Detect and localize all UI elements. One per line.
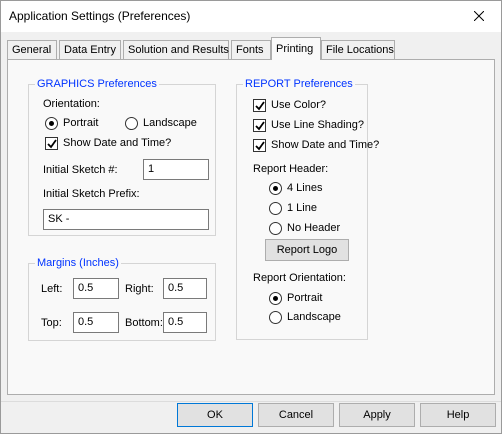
checkmark-icon [255,141,265,151]
graphics-portrait-label: Portrait [63,117,99,129]
tab-label: File Locations [326,44,394,56]
header-1-line-radio[interactable] [269,202,282,215]
header-none-radio[interactable] [269,222,282,235]
tab-label: Data Entry [64,44,116,56]
orientation-label: Orientation: [43,98,100,110]
report-show-date-label: Show Date and Time? [271,139,380,151]
tab-label: Printing [276,43,314,55]
title-bar: Application Settings (Preferences) [1,1,501,32]
tab-data-entry[interactable]: Data Entry [59,40,121,60]
help-button[interactable]: Help [420,403,496,427]
report-header-label: Report Header: [253,163,329,175]
graphics-group-title: GRAPHICS Preferences [35,77,159,91]
report-portrait-label: Portrait [287,292,323,304]
checkmark-icon [255,121,265,131]
graphics-preferences-group: GRAPHICS Preferences Orientation: Portra… [28,77,216,236]
margin-left-input[interactable]: 0.5 [73,278,119,299]
report-show-date-checkbox[interactable] [253,139,266,152]
tab-label: Solution and Results [128,44,229,56]
margin-right-label: Right: [125,283,154,295]
report-logo-button[interactable]: Report Logo [265,239,349,261]
ok-button[interactable]: OK [177,403,253,427]
tab-file-locations[interactable]: File Locations [321,40,395,60]
graphics-show-date-checkbox[interactable] [45,137,58,150]
close-icon [474,11,484,21]
report-orientation-label: Report Orientation: [253,272,346,284]
report-preferences-group: REPORT Preferences Use Color? Use Line S… [236,77,379,340]
printing-panel: GRAPHICS Preferences Orientation: Portra… [7,59,495,395]
tab-label: Fonts [236,44,264,56]
header-1-line-label: 1 Line [287,202,317,214]
tab-general[interactable]: General [7,40,57,60]
margin-top-label: Top: [41,317,62,329]
margin-right-input[interactable]: 0.5 [163,278,207,299]
report-landscape-radio[interactable] [269,311,282,324]
margins-group-title: Margins (Inches) [35,256,121,270]
checkmark-icon [255,101,265,111]
tab-printing[interactable]: Printing [271,37,321,60]
tab-fonts[interactable]: Fonts [231,40,271,60]
sketch-number-input[interactable]: 1 [143,159,209,180]
apply-button[interactable]: Apply [339,403,415,427]
graphics-landscape-label: Landscape [143,117,197,129]
margin-bottom-label: Bottom: [125,317,163,329]
footer-separator [1,401,501,402]
close-button[interactable] [457,1,501,31]
margins-group: Margins (Inches) Left: 0.5 Right: 0.5 To… [28,256,216,341]
checkmark-icon [47,139,57,149]
cancel-button[interactable]: Cancel [258,403,334,427]
margin-left-label: Left: [41,283,63,295]
use-color-checkbox[interactable] [253,99,266,112]
use-line-shading-label: Use Line Shading? [271,119,364,131]
graphics-show-date-label: Show Date and Time? [63,137,172,149]
header-4-lines-label: 4 Lines [287,182,323,194]
sketch-number-label: Initial Sketch #: [43,164,118,176]
header-none-label: No Header [287,222,341,234]
graphics-portrait-radio[interactable] [45,117,58,130]
sketch-prefix-label: Initial Sketch Prefix: [43,188,140,200]
report-group-title: REPORT Preferences [243,77,355,91]
report-portrait-radio[interactable] [269,292,282,305]
use-color-label: Use Color? [271,99,327,111]
tab-label: General [12,44,52,56]
window-title: Application Settings (Preferences) [9,9,191,23]
report-landscape-label: Landscape [287,311,341,323]
tab-solution-results[interactable]: Solution and Results [123,40,229,60]
margin-bottom-input[interactable]: 0.5 [163,312,207,333]
sketch-prefix-input[interactable]: SK - [43,209,209,230]
header-4-lines-radio[interactable] [269,182,282,195]
settings-window: Application Settings (Preferences) Gener… [0,0,502,434]
use-line-shading-checkbox[interactable] [253,119,266,132]
margin-top-input[interactable]: 0.5 [73,312,119,333]
graphics-landscape-radio[interactable] [125,117,138,130]
